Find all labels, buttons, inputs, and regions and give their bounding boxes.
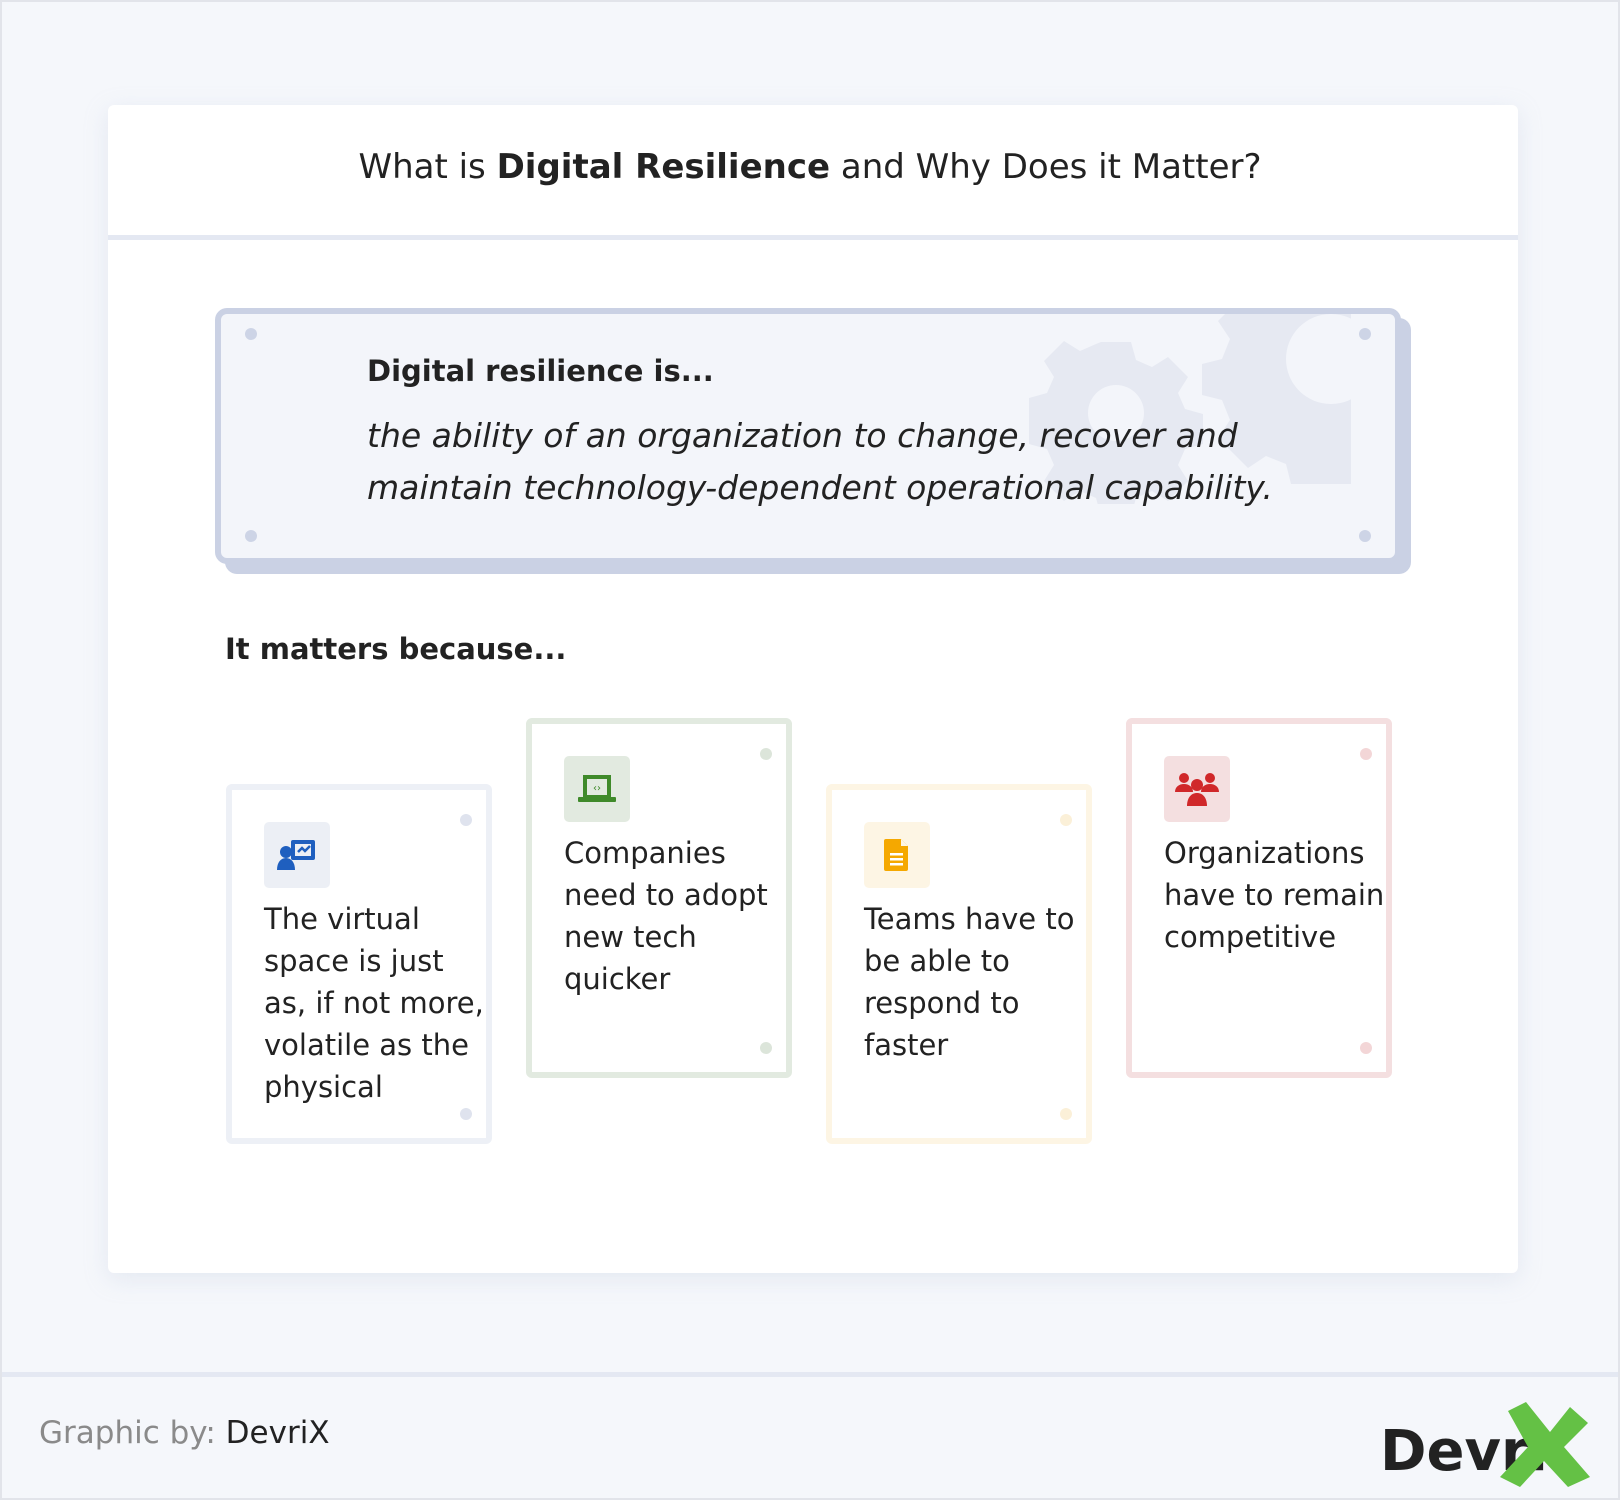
reason-text: Teams have to be able to respond to fast… xyxy=(864,902,1075,1062)
reason-card-3: Teams have to be able to respond to fast… xyxy=(826,784,1104,1156)
devrix-logo: Devri xyxy=(1380,1402,1590,1487)
reason-card-4: Organizations have to remain competitive xyxy=(1126,718,1404,1090)
svg-text:‹›: ‹› xyxy=(593,783,601,794)
definition-heading: Digital resilience is... xyxy=(367,354,714,388)
reason-text: The virtual space is just as, if not mor… xyxy=(264,902,484,1104)
reason-card-2: ‹› Companies need to adopt new tech quic… xyxy=(526,718,804,1090)
header-divider xyxy=(108,235,1518,240)
presentation-user-icon xyxy=(264,822,330,888)
reason-card-1: The virtual space is just as, if not mor… xyxy=(226,784,504,1156)
users-group-icon xyxy=(1164,756,1230,822)
corner-dot xyxy=(245,328,257,340)
reason-text: Organizations have to remain competitive xyxy=(1164,836,1385,954)
laptop-code-icon: ‹› xyxy=(564,756,630,822)
corner-dot xyxy=(1359,530,1371,542)
page-title: What is Digital Resilience and Why Does … xyxy=(358,147,1262,187)
section-heading: It matters because... xyxy=(225,632,567,666)
corner-dot xyxy=(245,530,257,542)
definition-box: Digital resilience is... the ability of … xyxy=(215,308,1401,564)
document-icon xyxy=(864,822,930,888)
reason-text: Companies need to adopt new tech quicker xyxy=(564,836,768,996)
footer-divider xyxy=(2,1372,1618,1377)
graphic-credit: Graphic by: DevriX xyxy=(39,1415,330,1451)
corner-dot xyxy=(1359,328,1371,340)
definition-text: the ability of an organization to change… xyxy=(367,416,1273,507)
